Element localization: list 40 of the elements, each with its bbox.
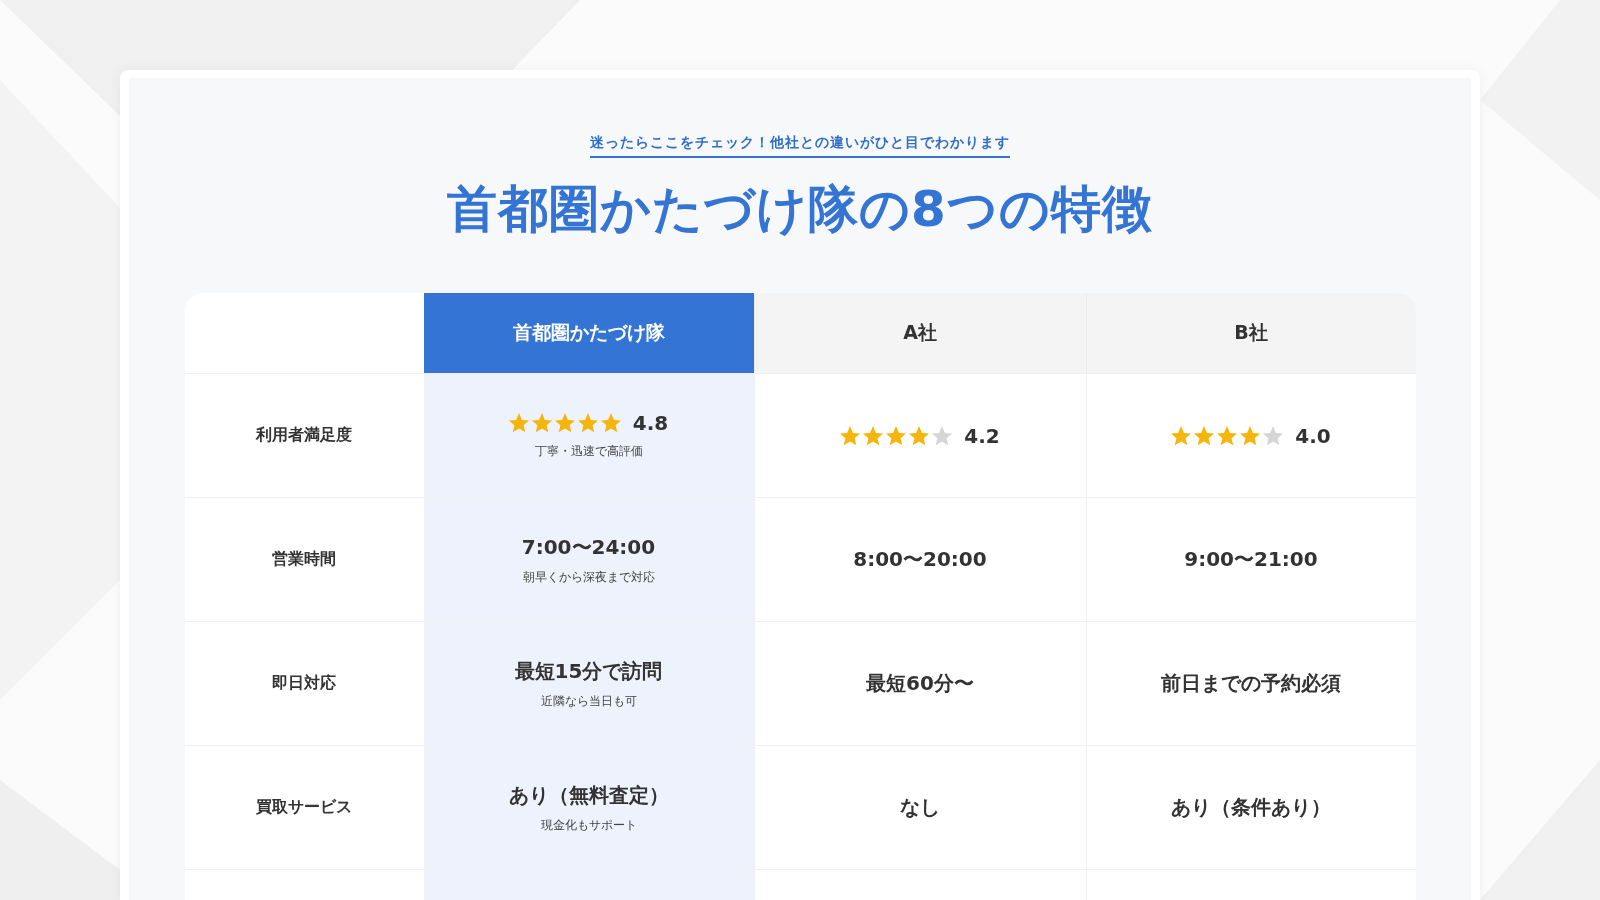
column-header: A社 (753, 293, 1086, 373)
star-icon (1171, 425, 1192, 446)
star-icon (909, 425, 930, 446)
star-icon (531, 413, 552, 433)
cell-value: 7:00〜24:00 (521, 533, 656, 561)
row-label: 営業時間 (184, 497, 424, 621)
cell-note: 現金化もサポート (540, 816, 637, 834)
star-icon (1217, 425, 1238, 446)
cell-value: あり（条件あり） (1171, 794, 1331, 821)
cell-value: あり（無料査定） (508, 781, 669, 809)
star-icon (1240, 425, 1261, 446)
star-icon (886, 425, 907, 446)
star-icon (1194, 425, 1215, 446)
rating-score: 4.2 (964, 423, 1000, 448)
star-icon (554, 413, 575, 433)
row-label: 買取サービス (184, 745, 424, 869)
cell-value: 8:00〜20:00 (853, 546, 987, 573)
star-icon (863, 425, 884, 446)
page-title: 首都圏かたづけ隊の8つの特徴 (447, 179, 1153, 240)
rating-score: 4.8 (632, 411, 669, 435)
cell-value: 最短15分で訪問 (514, 657, 663, 685)
star-icon (577, 413, 598, 433)
row-label: 即日対応 (184, 621, 424, 745)
cell-note: 丁寧・迅速で高評価 (534, 443, 643, 460)
lead-text: 迷ったらここをチェック！他社との違いがひと目でわかります (590, 134, 1010, 158)
star-icon (840, 425, 861, 446)
cell-value: 9:00〜21:00 (1184, 546, 1318, 573)
star-icon (600, 413, 621, 433)
cell-note: 近隣なら当日も可 (540, 692, 637, 710)
rating-score: 4.0 (1295, 423, 1331, 448)
cell-note: 朝早くから深夜まで対応 (522, 568, 655, 586)
cell-value: 前日までの予約必須 (1161, 670, 1341, 697)
cell-value: なし (900, 794, 940, 821)
star-icon (932, 425, 953, 446)
column-header: 首都圏かたづけ隊 (423, 293, 754, 373)
star-icon (1263, 425, 1284, 446)
row-label: 利用者満足度 (184, 373, 424, 497)
column-header: B社 (1085, 293, 1416, 373)
cell-value: 最短60分〜 (866, 670, 974, 697)
star-icon (508, 413, 529, 433)
